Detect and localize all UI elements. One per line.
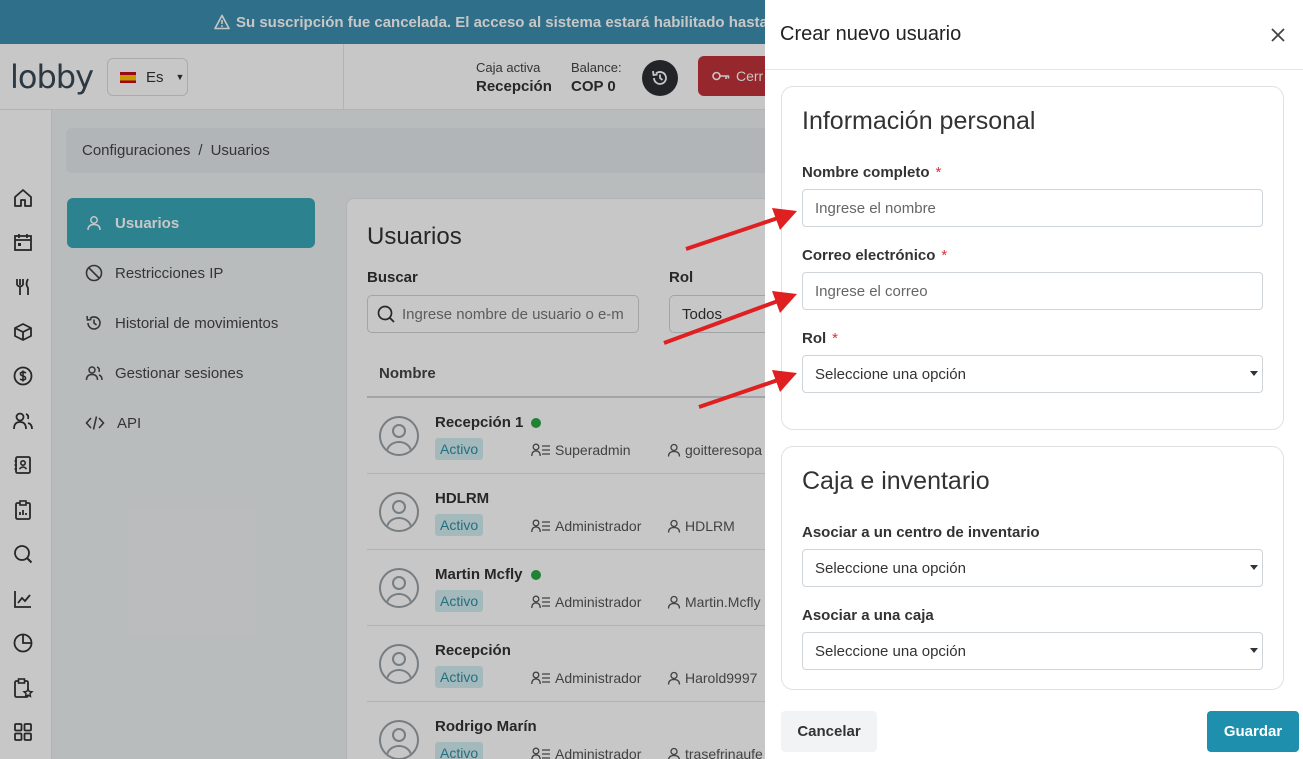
save-button[interactable]: Guardar (1207, 711, 1299, 752)
create-user-drawer: Crear nuevo usuario Información personal… (765, 0, 1303, 759)
caret-down-icon (1250, 648, 1258, 653)
required-mark: * (941, 247, 948, 264)
required-mark: * (935, 164, 942, 181)
email-field-label: Correo electrónico * (802, 247, 948, 264)
caret-down-icon (1250, 565, 1258, 570)
personal-info-card: Información personal Nombre completo* Co… (781, 86, 1284, 430)
inventory-center-value: Seleccione una opción (815, 559, 966, 577)
cash-inventory-title: Caja e inventario (802, 467, 990, 495)
cash-box-value: Seleccione una opción (815, 642, 966, 660)
role-select-value: Seleccione una opción (815, 365, 966, 383)
caret-down-icon (1250, 371, 1258, 376)
cash-inventory-card: Caja e inventario Asociar a un centro de… (781, 446, 1284, 690)
drawer-header-divider (765, 69, 1303, 70)
required-mark: * (832, 330, 839, 347)
name-input[interactable] (802, 189, 1263, 227)
inventory-center-select[interactable]: Seleccione una opción (802, 549, 1263, 587)
personal-info-title: Información personal (802, 107, 1036, 135)
cash-box-select[interactable]: Seleccione una opción (802, 632, 1263, 670)
role-select[interactable]: Seleccione una opción (802, 355, 1263, 393)
drawer-title: Crear nuevo usuario (780, 23, 962, 45)
inventory-center-label: Asociar a un centro de inventario (802, 524, 1040, 541)
email-input[interactable] (802, 272, 1263, 310)
name-field-label: Nombre completo * (802, 164, 942, 181)
role-field-label: Rol * (802, 330, 839, 347)
cancel-button[interactable]: Cancelar (781, 711, 877, 752)
close-icon[interactable] (1267, 24, 1289, 46)
cash-box-label: Asociar a una caja (802, 607, 934, 624)
